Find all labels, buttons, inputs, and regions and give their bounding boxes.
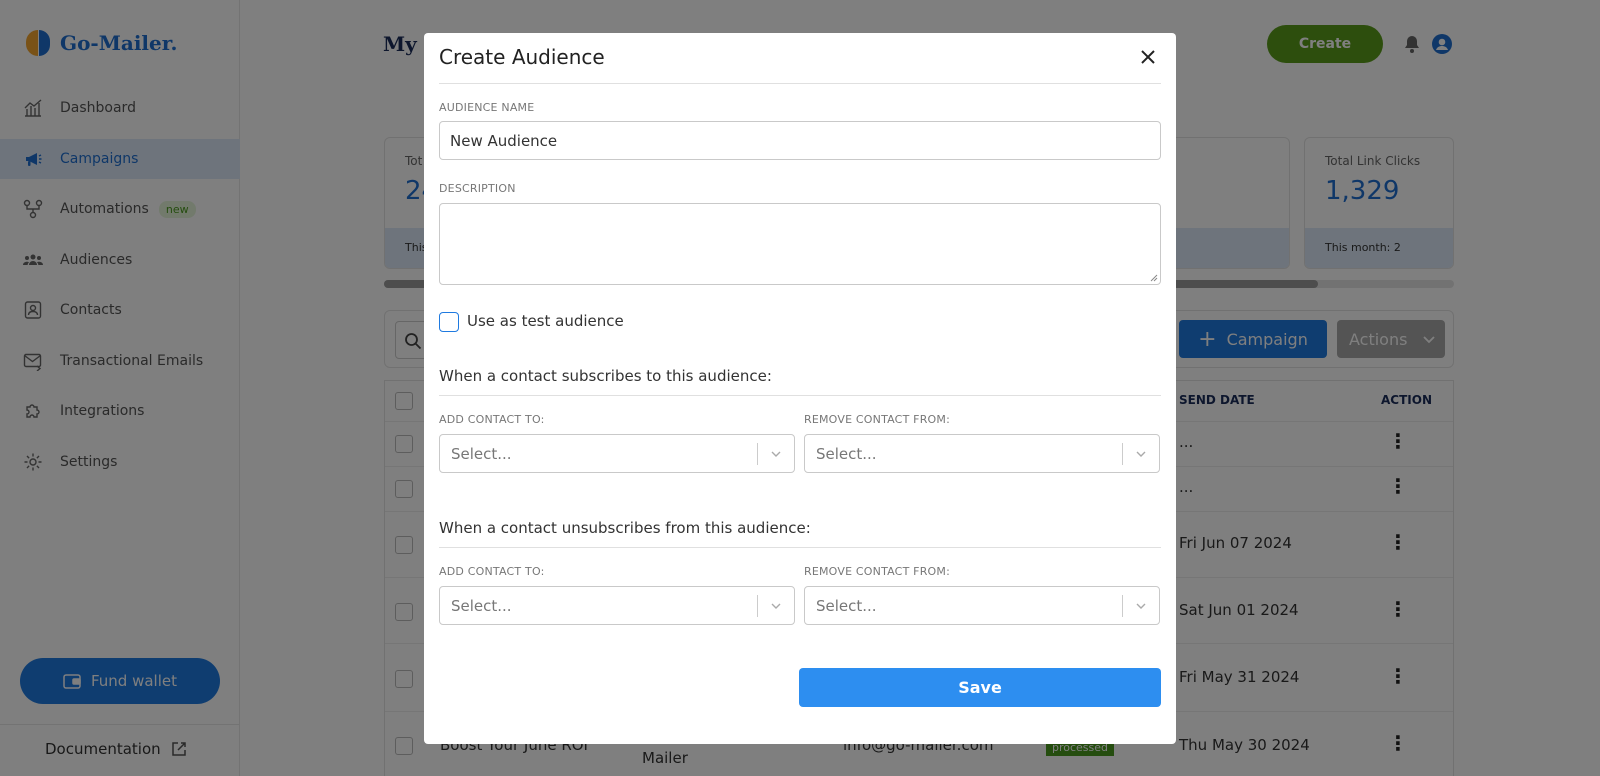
select-placeholder: Select...: [451, 445, 512, 463]
section-divider: [439, 395, 1161, 396]
unsubscribe-section-title: When a contact unsubscribes from this au…: [439, 519, 811, 537]
select-separator: [757, 443, 758, 465]
chevron-down-icon: [771, 451, 781, 457]
test-audience-checkbox[interactable]: [439, 312, 459, 332]
audience-name-input[interactable]: New Audience: [439, 121, 1161, 160]
select-placeholder: Select...: [816, 597, 877, 615]
remove-contact-label: REMOVE CONTACT FROM:: [804, 565, 951, 578]
unsubscribe-add-contact-select[interactable]: Select...: [439, 586, 795, 625]
close-icon[interactable]: [1138, 47, 1158, 67]
description-label: DESCRIPTION: [439, 182, 516, 195]
select-separator: [1122, 595, 1123, 617]
unsubscribe-remove-contact-select[interactable]: Select...: [804, 586, 1160, 625]
chevron-down-icon: [771, 603, 781, 609]
select-placeholder: Select...: [451, 597, 512, 615]
description-textarea[interactable]: [439, 203, 1161, 285]
test-audience-label[interactable]: Use as test audience: [467, 312, 624, 330]
section-divider: [439, 547, 1161, 548]
select-placeholder: Select...: [816, 445, 877, 463]
subscribe-remove-contact-select[interactable]: Select...: [804, 434, 1160, 473]
chevron-down-icon: [1136, 451, 1146, 457]
add-contact-label: ADD CONTACT TO:: [439, 413, 545, 426]
subscribe-section-title: When a contact subscribes to this audien…: [439, 367, 772, 385]
select-separator: [757, 595, 758, 617]
modal-title: Create Audience: [439, 45, 605, 69]
audience-name-label: AUDIENCE NAME: [439, 101, 535, 114]
add-contact-label: ADD CONTACT TO:: [439, 565, 545, 578]
chevron-down-icon: [1136, 603, 1146, 609]
create-audience-modal: Create Audience AUDIENCE NAME New Audien…: [424, 33, 1176, 744]
select-separator: [1122, 443, 1123, 465]
subscribe-add-contact-select[interactable]: Select...: [439, 434, 795, 473]
save-button[interactable]: Save: [799, 668, 1161, 707]
modal-header-divider: [439, 83, 1161, 84]
remove-contact-label: REMOVE CONTACT FROM:: [804, 413, 951, 426]
resize-grip-icon[interactable]: [1148, 272, 1158, 282]
